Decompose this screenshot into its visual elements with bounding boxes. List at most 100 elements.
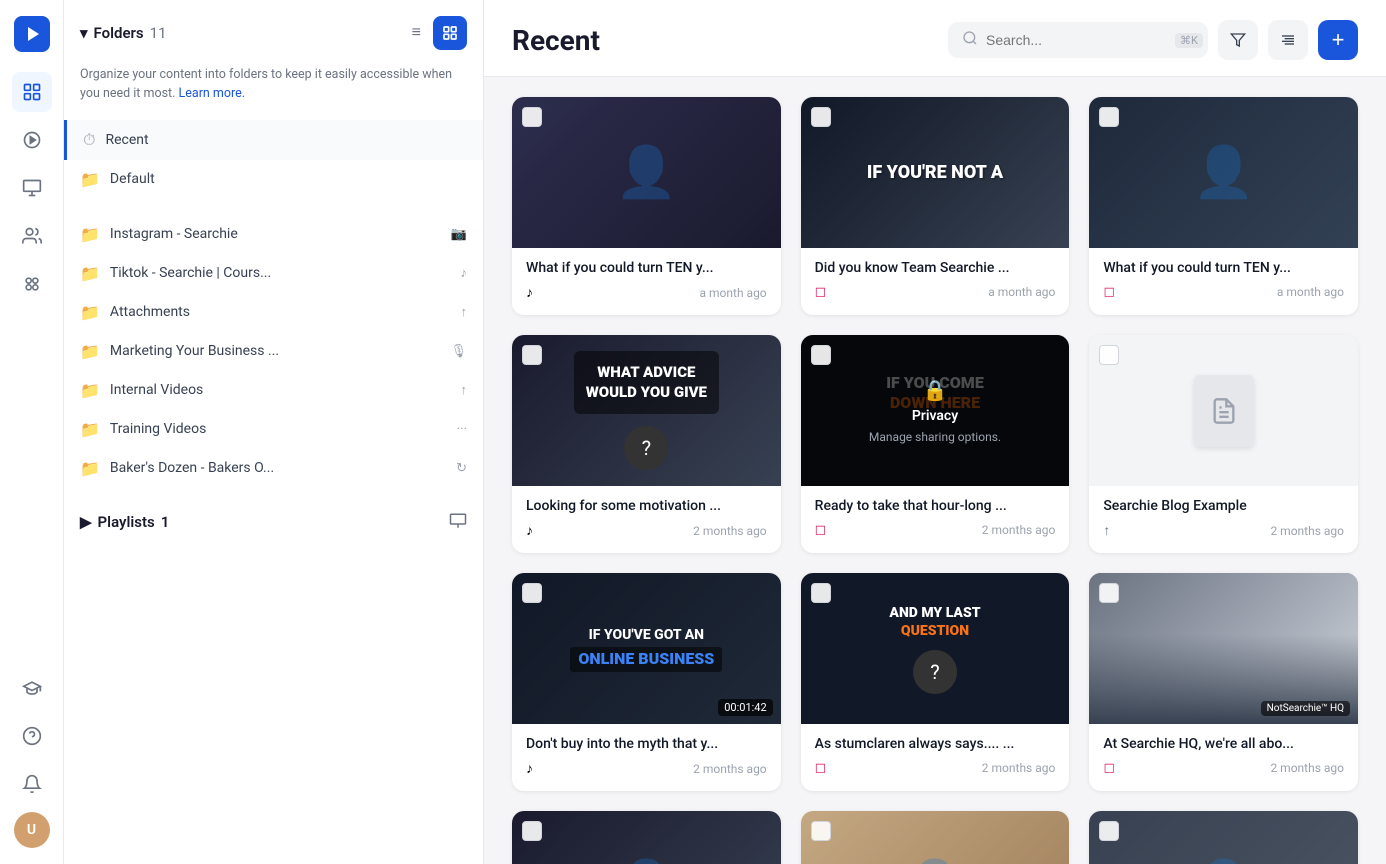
video-card-4[interactable]: WHAT ADVICEWOULD YOU GIVE ? Looking for …: [512, 335, 781, 553]
upload-badge: ↑: [461, 304, 468, 320]
video-card-8[interactable]: AND MY LASTQUESTION ? As stumclaren alwa…: [801, 573, 1070, 791]
video-info-9: At Searchie HQ, we're all abo... ◻ 2 mon…: [1089, 724, 1358, 790]
folder-item-bakers[interactable]: 📁 Baker's Dozen - Bakers O... ↻: [64, 449, 483, 488]
folder-item-default[interactable]: 📁 Default: [64, 160, 483, 199]
nav-courses[interactable]: [12, 668, 52, 708]
platform-icon-8: ◻: [815, 760, 827, 776]
nav-presentations[interactable]: [12, 168, 52, 208]
video-checkbox-6[interactable]: [1099, 345, 1119, 365]
video-thumbnail-7: IF YOU'VE GOT AN ONLINE BUSINESS 00:01:4…: [512, 573, 781, 724]
video-info-7: Don't buy into the myth that y... ♪ 2 mo…: [512, 724, 781, 791]
add-content-button[interactable]: +: [1318, 20, 1358, 60]
sort-button[interactable]: ≡: [408, 20, 425, 46]
video-card-12[interactable]: 👤 ◻: [1089, 811, 1358, 864]
video-grid: 👤 What if you could turn TEN y... ♪ a mo…: [512, 97, 1358, 864]
sync-badge: ↻: [456, 461, 467, 476]
playlists-add-button[interactable]: [449, 512, 467, 533]
folder-icon: 📁: [80, 303, 100, 322]
video-meta-9: ◻ 2 months ago: [1103, 760, 1344, 776]
video-card-1[interactable]: 👤 What if you could turn TEN y... ♪ a mo…: [512, 97, 781, 315]
video-card-11[interactable]: 👤 ◻: [801, 811, 1070, 864]
learn-more-link[interactable]: Learn more.: [179, 86, 246, 101]
folders-collapse-toggle[interactable]: ▾: [80, 24, 88, 42]
video-checkbox-11[interactable]: [811, 821, 831, 841]
video-thumbnail-8: AND MY LASTQUESTION ?: [801, 573, 1070, 724]
platform-icon-1: ♪: [526, 284, 533, 301]
user-avatar[interactable]: U: [14, 812, 50, 848]
nav-help[interactable]: [12, 716, 52, 756]
folder-item-recent[interactable]: ⏱ Recent: [64, 120, 483, 160]
icon-nav: U: [0, 0, 64, 864]
folder-icon: 📁: [80, 381, 100, 400]
video-card-2[interactable]: IF YOU'RE NOT A Did you know Team Search…: [801, 97, 1070, 315]
folder-icon: 📁: [80, 420, 100, 439]
folder-icon: 📁: [80, 459, 100, 478]
video-meta-2: ◻ a month ago: [815, 284, 1056, 300]
platform-icon-3: ◻: [1103, 284, 1115, 300]
nav-notifications[interactable]: [12, 764, 52, 804]
video-meta-5: ◻ 2 months ago: [815, 522, 1056, 538]
video-title-8: As stumclaren always says.... ...: [815, 736, 1056, 752]
app-logo[interactable]: [14, 16, 50, 52]
platform-icon-2: ◻: [815, 284, 827, 300]
platform-icon-9: ◻: [1103, 760, 1115, 776]
instagram-badge: 📷: [451, 227, 467, 242]
video-card-7[interactable]: IF YOU'VE GOT AN ONLINE BUSINESS 00:01:4…: [512, 573, 781, 791]
video-info-8: As stumclaren always says.... ... ◻ 2 mo…: [801, 724, 1070, 790]
video-title-3: What if you could turn TEN y...: [1103, 260, 1344, 276]
video-thumbnail-11: 👤: [801, 811, 1070, 864]
video-checkbox-12[interactable]: [1099, 821, 1119, 841]
nav-apps[interactable]: [12, 264, 52, 304]
video-checkbox-5[interactable]: [811, 345, 831, 365]
folders-section-header: ▾ Folders 11 ≡: [64, 16, 483, 58]
folder-item-internal[interactable]: 📁 Internal Videos ↑: [64, 371, 483, 410]
nav-player[interactable]: [12, 120, 52, 160]
search-icon: [962, 30, 978, 50]
video-checkbox-9[interactable]: [1099, 583, 1119, 603]
folder-item-attachments[interactable]: 📁 Attachments ↑: [64, 293, 483, 332]
video-card-5[interactable]: IF YOU COMEDOWN HERE ⬇ 🔒 Privacy Manage …: [801, 335, 1070, 553]
playlists-section-header[interactable]: ▶ Playlists 1: [64, 504, 483, 541]
folder-icon: 📁: [80, 342, 100, 361]
folder-item-instagram[interactable]: 📁 Instagram - Searchie 📷: [64, 215, 483, 254]
video-meta-3: ◻ a month ago: [1103, 284, 1344, 300]
video-checkbox-7[interactable]: [522, 583, 542, 603]
upload-badge-2: ↑: [461, 382, 468, 398]
video-meta-4: ♪ 2 months ago: [526, 522, 767, 539]
video-title-7: Don't buy into the myth that y...: [526, 736, 767, 752]
folder-item-training[interactable]: 📁 Training Videos ···: [64, 410, 483, 449]
video-card-10[interactable]: 👤 ♪: [512, 811, 781, 864]
video-checkbox-10[interactable]: [522, 821, 542, 841]
header-actions: ⌘K +: [948, 20, 1358, 60]
main-header: Recent ⌘K: [484, 0, 1386, 77]
folder-icon: 📁: [80, 225, 100, 244]
video-thumbnail-10: 👤: [512, 811, 781, 864]
video-checkbox-2[interactable]: [811, 107, 831, 127]
video-card-3[interactable]: 👤 What if you could turn TEN y... ◻ a mo…: [1089, 97, 1358, 315]
view-options-button[interactable]: [1268, 20, 1308, 60]
video-checkbox-1[interactable]: [522, 107, 542, 127]
search-input[interactable]: [986, 32, 1167, 48]
video-card-9[interactable]: NotSearchie™ HQ At Searchie HQ, we're al…: [1089, 573, 1358, 791]
podcast-badge: 🎙: [450, 344, 467, 359]
nav-library[interactable]: [12, 72, 52, 112]
filter-button[interactable]: [1218, 20, 1258, 60]
search-kbd: ⌘K: [1175, 33, 1203, 48]
video-checkbox-4[interactable]: [522, 345, 542, 365]
video-checkbox-8[interactable]: [811, 583, 831, 603]
nav-contacts[interactable]: [12, 216, 52, 256]
video-meta-1: ♪ a month ago: [526, 284, 767, 301]
folder-icon: 📁: [80, 170, 100, 189]
folder-item-tiktok[interactable]: 📁 Tiktok - Searchie | Cours... ♪: [64, 254, 483, 293]
folder-item-marketing[interactable]: 📁 Marketing Your Business ... 🎙: [64, 332, 483, 371]
platform-icon-7: ♪: [526, 760, 533, 777]
video-title-1: What if you could turn TEN y...: [526, 260, 767, 276]
video-info-5: Ready to take that hour-long ... ◻ 2 mon…: [801, 486, 1070, 552]
grid-view-button[interactable]: [433, 16, 467, 50]
video-thumbnail-9: NotSearchie™ HQ: [1089, 573, 1358, 724]
video-card-6[interactable]: Searchie Blog Example ↑ 2 months ago: [1089, 335, 1358, 553]
video-meta-6: ↑ 2 months ago: [1103, 522, 1344, 539]
video-checkbox-3[interactable]: [1099, 107, 1119, 127]
video-thumbnail-1: 👤: [512, 97, 781, 248]
video-info-1: What if you could turn TEN y... ♪ a mont…: [512, 248, 781, 315]
